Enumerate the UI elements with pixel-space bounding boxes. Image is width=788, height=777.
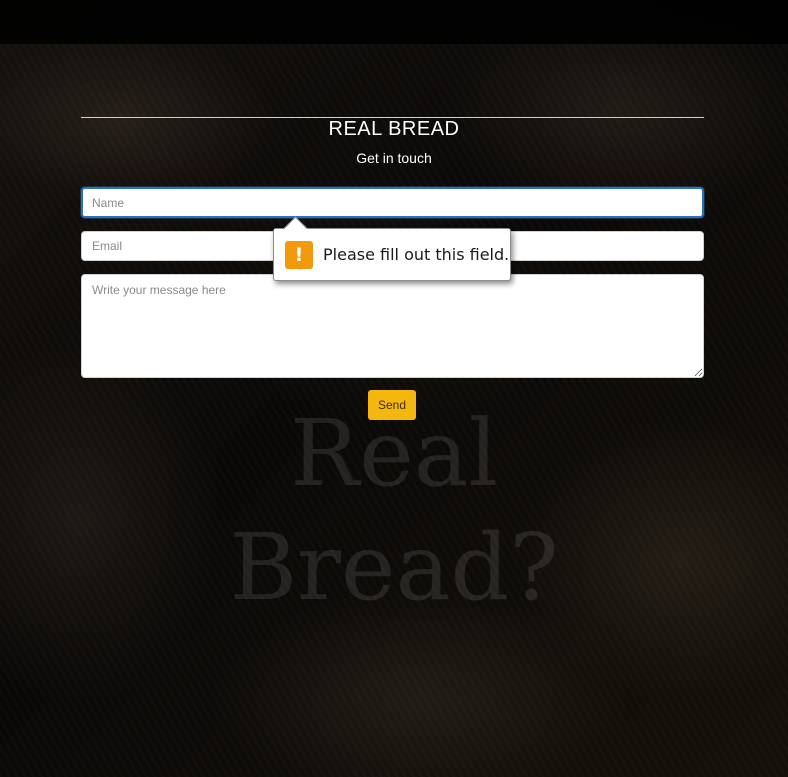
brand-title: REAL BREAD (328, 118, 460, 140)
contact-subtitle: Get in touch (356, 150, 432, 166)
validation-tooltip: ! Please fill out this field. (273, 216, 511, 281)
top-bar (0, 0, 788, 44)
watermark-line-2: Bread? (229, 514, 559, 621)
validation-message: Please fill out this field. (323, 245, 510, 264)
watermark-line-1: Real (290, 400, 498, 507)
warning-icon: ! (285, 240, 313, 269)
name-input[interactable] (81, 187, 704, 218)
send-button[interactable]: Send (368, 390, 416, 420)
message-textarea[interactable] (81, 274, 704, 378)
